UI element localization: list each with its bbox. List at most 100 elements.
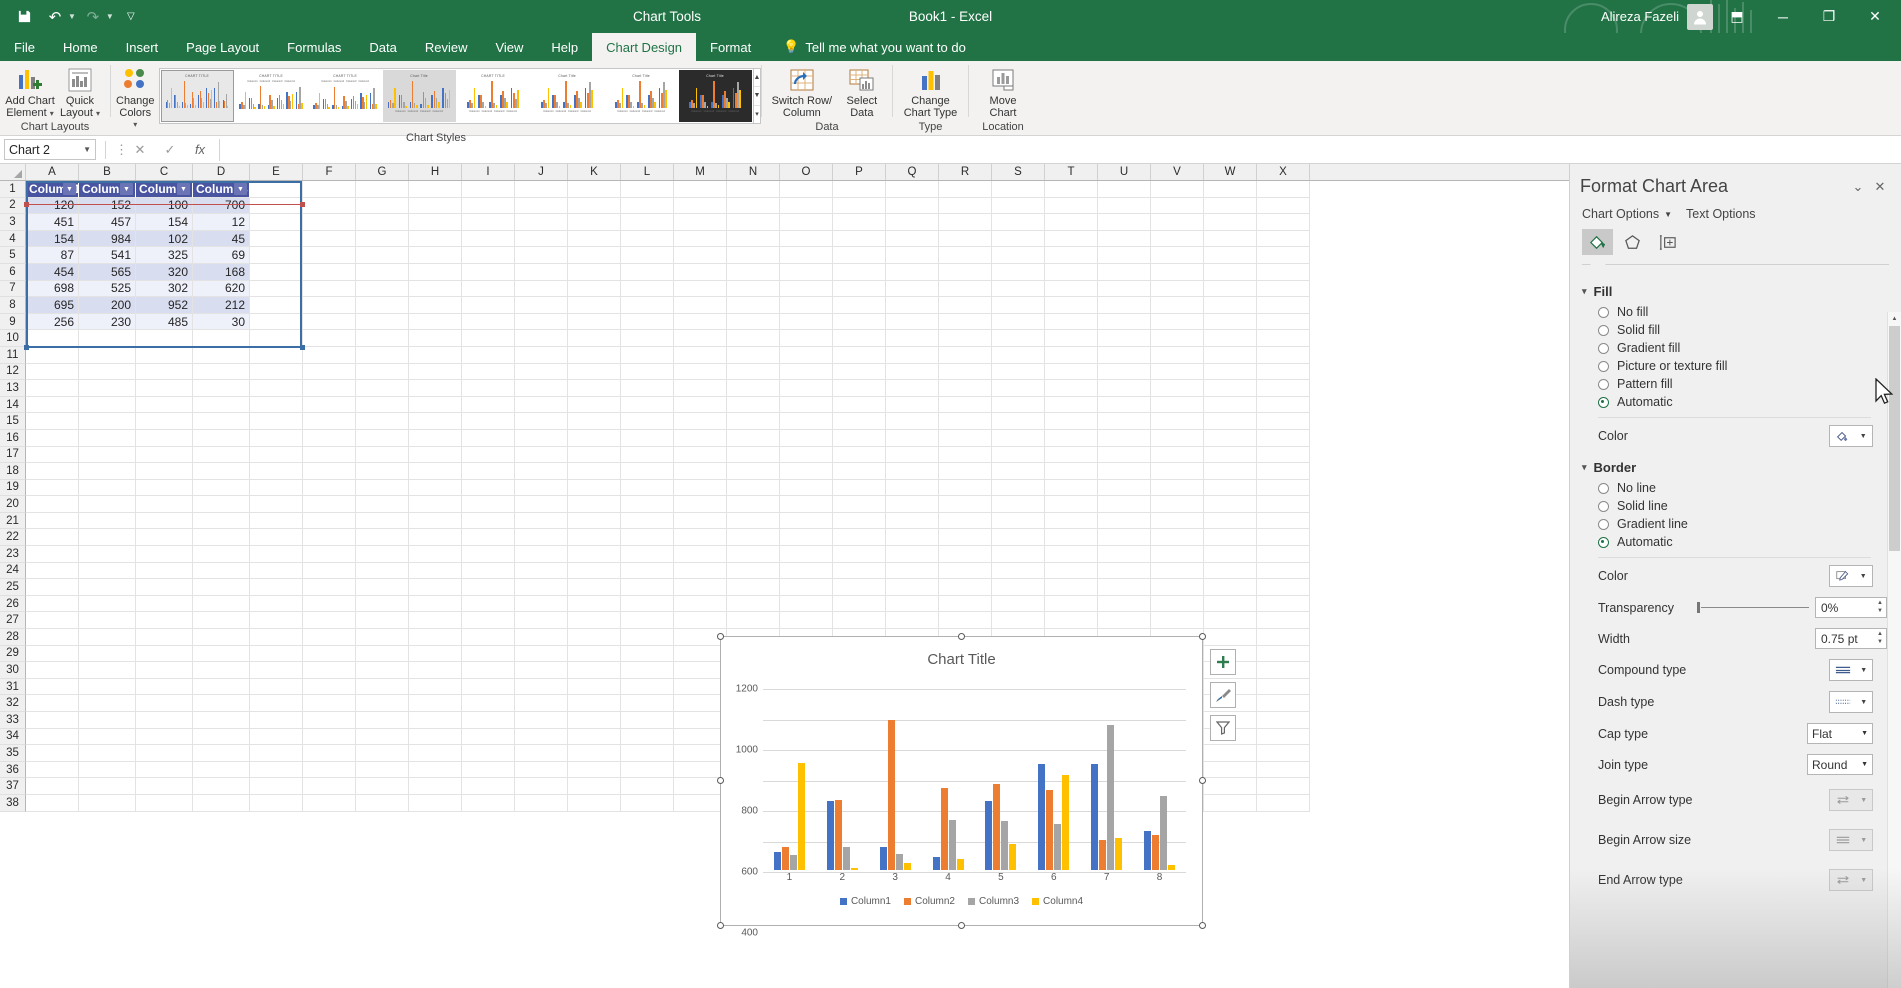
cell-X25[interactable] xyxy=(1257,579,1310,596)
cell-O19[interactable] xyxy=(780,479,833,497)
cell-J5[interactable] xyxy=(515,247,568,264)
cell-R1[interactable] xyxy=(939,181,992,198)
selection-handle[interactable] xyxy=(24,202,29,207)
cell-W35[interactable] xyxy=(1204,745,1257,762)
cell-G11[interactable] xyxy=(356,346,409,364)
cell-E24[interactable] xyxy=(250,562,303,580)
cell-I9[interactable] xyxy=(462,313,515,331)
cell-G20[interactable] xyxy=(356,496,409,513)
cell-B25[interactable] xyxy=(79,579,136,596)
cell-F15[interactable] xyxy=(303,413,356,430)
resize-handle-top-right[interactable] xyxy=(1199,633,1206,640)
cell-Q27[interactable] xyxy=(886,612,939,630)
cell-E27[interactable] xyxy=(250,612,303,630)
cell-J36[interactable] xyxy=(515,761,568,779)
cell-J10[interactable] xyxy=(515,330,568,347)
cell-Q5[interactable] xyxy=(886,247,939,264)
cell-C29[interactable] xyxy=(136,645,193,663)
cell-O21[interactable] xyxy=(780,512,833,530)
cell-T20[interactable] xyxy=(1045,496,1098,513)
row-header-1[interactable]: 1 xyxy=(0,181,26,198)
cell-N17[interactable] xyxy=(727,446,780,464)
cell-F25[interactable] xyxy=(303,579,356,596)
row-header-38[interactable]: 38 xyxy=(0,794,26,812)
cell-Q25[interactable] xyxy=(886,579,939,596)
cell-E15[interactable] xyxy=(250,413,303,430)
cell-N23[interactable] xyxy=(727,546,780,563)
cell-P7[interactable] xyxy=(833,280,886,298)
cell-L32[interactable] xyxy=(621,695,674,712)
redo-icon[interactable]: ↷ xyxy=(79,4,107,30)
cell-A19[interactable] xyxy=(26,479,79,497)
bar-Column2-2[interactable] xyxy=(834,800,842,870)
column-header-B[interactable]: B xyxy=(79,164,136,180)
cell-R21[interactable] xyxy=(939,512,992,530)
cell-G36[interactable] xyxy=(356,761,409,779)
cell-L5[interactable] xyxy=(621,247,674,264)
cell-W26[interactable] xyxy=(1204,595,1257,613)
cell-Q16[interactable] xyxy=(886,429,939,447)
cell-J34[interactable] xyxy=(515,728,568,746)
cell-X18[interactable] xyxy=(1257,463,1310,480)
cell-H11[interactable] xyxy=(409,346,462,364)
cell-C7[interactable]: 302 xyxy=(136,280,193,298)
resize-handle-bottom-right[interactable] xyxy=(1199,922,1206,929)
cell-R10[interactable] xyxy=(939,330,992,347)
cell-J32[interactable] xyxy=(515,695,568,712)
bar-Column2-3[interactable] xyxy=(887,719,895,870)
cell-B14[interactable] xyxy=(79,396,136,414)
cell-F35[interactable] xyxy=(303,745,356,762)
cell-U22[interactable] xyxy=(1098,529,1151,547)
cell-D17[interactable] xyxy=(193,446,250,464)
cell-H7[interactable] xyxy=(409,280,462,298)
cell-I26[interactable] xyxy=(462,595,515,613)
cell-P18[interactable] xyxy=(833,463,886,480)
cell-B30[interactable] xyxy=(79,662,136,679)
bar-Column4-1[interactable] xyxy=(797,763,805,870)
cell-V9[interactable] xyxy=(1151,313,1204,331)
cell-E13[interactable] xyxy=(250,380,303,397)
cell-L28[interactable] xyxy=(621,629,674,646)
cell-F22[interactable] xyxy=(303,529,356,547)
cell-V25[interactable] xyxy=(1151,579,1204,596)
cell-D27[interactable] xyxy=(193,612,250,630)
cell-E37[interactable] xyxy=(250,778,303,795)
cell-M21[interactable] xyxy=(674,512,727,530)
table-row[interactable]: 16 xyxy=(0,429,1569,447)
cell-J15[interactable] xyxy=(515,413,568,430)
cell-M12[interactable] xyxy=(674,363,727,381)
cell-D13[interactable] xyxy=(193,380,250,397)
cell-L23[interactable] xyxy=(621,546,674,563)
save-icon[interactable] xyxy=(10,4,38,30)
pane-scrollbar-thumb[interactable] xyxy=(1889,326,1900,551)
cell-U14[interactable] xyxy=(1098,396,1151,414)
bar-Column4-8[interactable] xyxy=(1168,865,1176,870)
cell-W23[interactable] xyxy=(1204,546,1257,563)
cell-C37[interactable] xyxy=(136,778,193,795)
chart-options-tab[interactable]: Chart Options ▼ xyxy=(1582,207,1672,221)
cell-O10[interactable] xyxy=(780,330,833,347)
cell-C6[interactable]: 320 xyxy=(136,263,193,281)
cell-S9[interactable] xyxy=(992,313,1045,331)
row-header-15[interactable]: 15 xyxy=(0,413,26,430)
cell-C2[interactable]: 100 xyxy=(136,197,193,215)
fill-option-picture-or-texture-fill[interactable]: Picture or texture fill xyxy=(1582,357,1887,375)
cell-Q24[interactable] xyxy=(886,562,939,580)
cell-Q17[interactable] xyxy=(886,446,939,464)
cell-K15[interactable] xyxy=(568,413,621,430)
cell-E9[interactable] xyxy=(250,313,303,331)
cell-R24[interactable] xyxy=(939,562,992,580)
cell-O4[interactable] xyxy=(780,230,833,248)
cell-R16[interactable] xyxy=(939,429,992,447)
cell-T9[interactable] xyxy=(1045,313,1098,331)
cell-T24[interactable] xyxy=(1045,562,1098,580)
cell-F26[interactable] xyxy=(303,595,356,613)
row-header-20[interactable]: 20 xyxy=(0,496,26,513)
cell-K36[interactable] xyxy=(568,761,621,779)
cell-M19[interactable] xyxy=(674,479,727,497)
cell-F31[interactable] xyxy=(303,678,356,696)
cell-X34[interactable] xyxy=(1257,728,1310,746)
cell-F4[interactable] xyxy=(303,230,356,248)
cell-Q21[interactable] xyxy=(886,512,939,530)
cell-C10[interactable] xyxy=(136,330,193,347)
